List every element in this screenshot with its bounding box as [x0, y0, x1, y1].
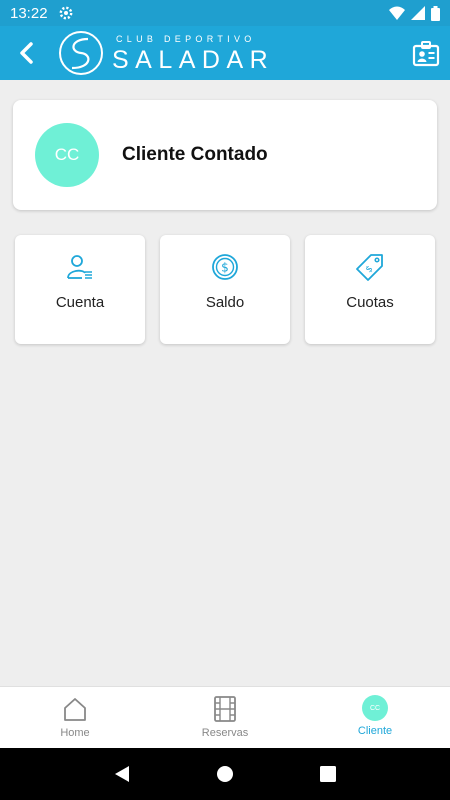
client-avatar: CC [35, 123, 99, 187]
square-recents-icon [320, 766, 337, 782]
tile-label: Cuotas [346, 294, 394, 311]
nav-label: Home [60, 727, 90, 739]
club-logo: CLUB DEPORTIVO SALADAR [58, 30, 288, 76]
nav-cliente[interactable]: CC Cliente [300, 687, 450, 748]
nav-reservas[interactable]: Reservas [150, 687, 300, 748]
home-icon [64, 698, 86, 721]
tile-cuotas[interactable]: $ Cuotas [305, 235, 435, 344]
logo-title: SALADAR [112, 46, 275, 74]
status-icons [389, 5, 440, 21]
tile-cuenta[interactable]: Cuenta [15, 235, 145, 344]
chevron-left-icon [20, 42, 33, 64]
action-tiles: Cuenta $ Saldo $ Cuotas [15, 235, 435, 344]
client-name: Cliente Contado [122, 144, 268, 165]
wifi-icon [389, 6, 405, 20]
tile-label: Cuenta [55, 294, 105, 311]
system-nav-bar [0, 748, 450, 800]
price-tag-icon: $ [356, 254, 383, 281]
svg-text:$: $ [221, 261, 229, 275]
signal-icon [411, 6, 425, 20]
logo-subtitle: CLUB DEPORTIVO [116, 34, 256, 44]
client-card: CC Cliente Contado [13, 100, 437, 210]
tile-label: Saldo [205, 294, 245, 311]
dollar-coin-icon: $ [212, 254, 238, 280]
app-bar: CLUB DEPORTIVO SALADAR [0, 26, 450, 80]
back-button[interactable] [12, 38, 42, 68]
tile-saldo[interactable]: $ Saldo [160, 235, 290, 344]
user-list-icon [67, 255, 92, 279]
settings-gear-icon [59, 6, 72, 20]
film-strip-icon [214, 696, 236, 722]
status-bar: 13:22 [0, 0, 450, 26]
system-recents-button[interactable] [318, 764, 338, 784]
triangle-back-icon [114, 766, 129, 782]
logo-emblem-icon [59, 31, 103, 75]
nav-label: Cliente [357, 725, 393, 737]
nav-avatar: CC [362, 695, 388, 721]
nav-label: Reservas [201, 727, 249, 739]
system-back-button[interactable] [112, 764, 132, 784]
bottom-nav: Home Reservas CC Cliente [0, 686, 450, 748]
circle-home-icon [216, 766, 233, 782]
id-card-icon[interactable] [412, 40, 440, 68]
status-time: 13:22 [10, 4, 48, 22]
battery-icon [431, 5, 440, 21]
nav-home[interactable]: Home [0, 687, 150, 748]
system-home-button[interactable] [215, 764, 235, 784]
